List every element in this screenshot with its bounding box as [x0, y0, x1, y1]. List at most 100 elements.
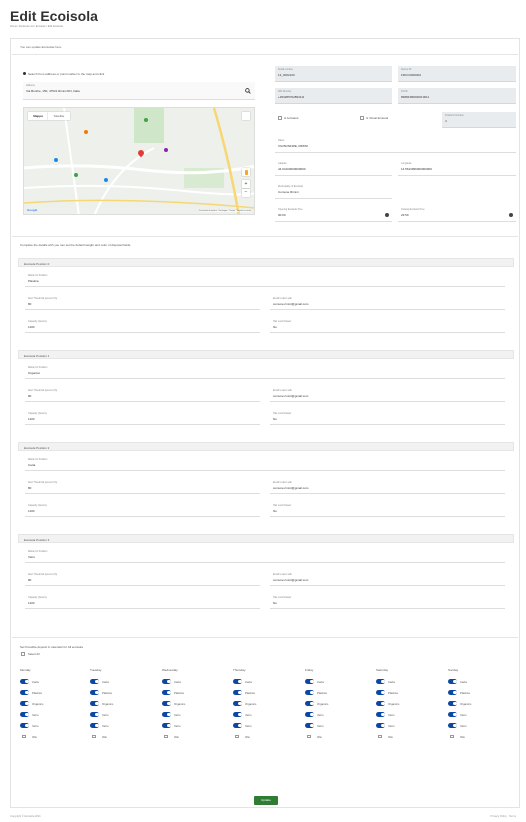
closing-time-field[interactable]: Closing Ecoisola Time 23:59	[398, 206, 516, 222]
radio-icon[interactable]	[23, 72, 26, 75]
deposit-toggle[interactable]	[305, 701, 314, 706]
deposit-toggle[interactable]	[162, 679, 171, 684]
pegman-icon[interactable]	[242, 168, 250, 176]
sim-number-field[interactable]: SIM Number +393285762893111	[275, 88, 392, 104]
deposit-toggle[interactable]	[233, 712, 242, 717]
map-tab-map[interactable]: Mappa	[28, 112, 48, 120]
opening-time-field[interactable]: Opening Ecoisola Time 00:00	[275, 206, 392, 222]
waste-select[interactable]: Waste for Position Plastica	[25, 272, 505, 287]
positions-number-field[interactable]: Positions Number 4	[442, 112, 516, 128]
deposit-toggle[interactable]	[376, 712, 385, 717]
lock-drawer-select[interactable]: Has Lock Drawer No	[270, 594, 505, 609]
deposit-toggle[interactable]	[90, 723, 99, 728]
deposit-checkbox[interactable]	[92, 734, 96, 738]
alert-email-field[interactable]: Email to alert with comune.rimini@gmail.…	[270, 295, 505, 310]
deposit-toggle[interactable]	[448, 679, 457, 684]
deposit-toggle[interactable]	[448, 690, 457, 695]
deposit-toggle[interactable]	[233, 701, 242, 706]
deposit-toggle[interactable]	[376, 679, 385, 684]
deposit-toggle[interactable]	[162, 723, 171, 728]
deposit-toggle[interactable]	[305, 690, 314, 695]
deposit-toggle[interactable]	[20, 679, 29, 684]
clock-icon[interactable]	[385, 213, 389, 217]
capacity-field-value: 1100	[28, 417, 35, 421]
is-activated-checkbox[interactable]	[278, 116, 282, 120]
deposit-toggle[interactable]	[162, 701, 171, 706]
deposit-toggle[interactable]	[376, 701, 385, 706]
deposit-toggle[interactable]	[90, 690, 99, 695]
deposit-checkbox[interactable]	[235, 734, 239, 738]
clock-icon[interactable]	[509, 213, 513, 217]
waste-select[interactable]: Waste for Position Carta	[25, 456, 505, 471]
breadcrumb[interactable]: Home / Ecoisole List / Ecoisole / Edit E…	[10, 25, 63, 28]
deposit-toggle[interactable]	[233, 723, 242, 728]
serial-number-field[interactable]: Serial number 13_0002100	[275, 66, 392, 82]
lock-drawer-select[interactable]: Has Lock Drawer No	[270, 410, 505, 425]
map-footer-right[interactable]: Scorciatoie da tastiera · Dati mappa · T…	[199, 210, 251, 212]
position-header: Ecoisola Position 2	[18, 442, 514, 451]
deposit-toggle[interactable]	[20, 723, 29, 728]
update-button[interactable]: Update	[254, 796, 278, 805]
waste-select[interactable]: Waste for Position Vetro	[25, 548, 505, 563]
deposit-toggle[interactable]	[162, 712, 171, 717]
threshold-field[interactable]: Alert Threshold percent (%) 80	[25, 479, 260, 494]
poi-icon	[144, 118, 148, 122]
name-field[interactable]: Name VIA BONFIRE, RIMINI	[275, 137, 516, 153]
deposit-checkbox[interactable]	[22, 734, 26, 738]
map-view[interactable]: Mappa Satellite + − Google Scorciatoie d…	[23, 107, 255, 215]
threshold-field[interactable]: Alert Threshold percent (%) 80	[25, 295, 260, 310]
lock-drawer-select[interactable]: Has Lock Drawer No	[270, 502, 505, 517]
capacity-field[interactable]: Capacity (Grams) 1100	[25, 502, 260, 517]
capacity-field[interactable]: Capacity (Grams) 1100	[25, 318, 260, 333]
lock-drawer-select[interactable]: Has Lock Drawer No	[270, 318, 505, 333]
threshold-field[interactable]: Alert Threshold percent (%) 80	[25, 571, 260, 586]
fullscreen-icon[interactable]	[242, 112, 250, 120]
threshold-field-value: 80	[28, 578, 32, 582]
zoom-in-button[interactable]: +	[242, 180, 250, 188]
deposit-toggle[interactable]	[376, 690, 385, 695]
alert-email-field[interactable]: Email to alert with comune.rimini@gmail.…	[270, 479, 505, 494]
municipality-value: Comune Rimini	[278, 190, 299, 194]
alert-email-field[interactable]: Email to alert with comune.rimini@gmail.…	[270, 387, 505, 402]
select-all-checkbox[interactable]	[21, 652, 25, 656]
longitude-field[interactable]: Longitude 12.5613996000000000	[398, 160, 516, 176]
map-canvas[interactable]	[24, 108, 255, 215]
deposit-toggle[interactable]	[162, 690, 171, 695]
deposit-toggle[interactable]	[90, 712, 99, 717]
map-tab-satellite[interactable]: Satellite	[48, 112, 70, 120]
iccid-field[interactable]: ICCID 89882380000010011	[398, 88, 516, 104]
footer-right[interactable]: Privacy Policy · Terms	[491, 815, 516, 818]
threshold-field[interactable]: Alert Threshold percent (%) 80	[25, 387, 260, 402]
deposit-toggle[interactable]	[20, 701, 29, 706]
deposit-toggle[interactable]	[448, 701, 457, 706]
position-header: Ecoisola Position 0	[18, 258, 514, 267]
deposit-toggle[interactable]	[376, 723, 385, 728]
device-id-field[interactable]: Device ID FRCC0000002	[398, 66, 516, 82]
deposit-toggle[interactable]	[305, 679, 314, 684]
address-field[interactable]: Address Via Bonfire, 150, 47521 Rimini R…	[23, 82, 255, 100]
latitude-field[interactable]: Latitude 44.04103000000000	[275, 160, 392, 176]
deposit-toggle[interactable]	[233, 679, 242, 684]
threshold-field-value: 80	[28, 302, 32, 306]
capacity-field[interactable]: Capacity (Grams) 1100	[25, 410, 260, 425]
deposit-toggle[interactable]	[305, 712, 314, 717]
deposit-toggle[interactable]	[20, 712, 29, 717]
deposit-toggle[interactable]	[305, 723, 314, 728]
deposit-checkbox[interactable]	[378, 734, 382, 738]
search-icon[interactable]	[245, 88, 251, 95]
deposit-toggle[interactable]	[448, 723, 457, 728]
deposit-toggle[interactable]	[233, 690, 242, 695]
deposit-checkbox[interactable]	[450, 734, 454, 738]
deposit-checkbox[interactable]	[307, 734, 311, 738]
waste-select[interactable]: Waste for Position Organico	[25, 364, 505, 379]
is-virtual-checkbox[interactable]	[360, 116, 364, 120]
deposit-checkbox[interactable]	[164, 734, 168, 738]
alert-email-field[interactable]: Email to alert with comune.rimini@gmail.…	[270, 571, 505, 586]
municipality-select[interactable]: Municipality of Ecoisola Comune Rimini	[275, 183, 392, 199]
deposit-toggle[interactable]	[448, 712, 457, 717]
deposit-toggle[interactable]	[90, 701, 99, 706]
deposit-toggle[interactable]	[20, 690, 29, 695]
deposit-toggle[interactable]	[90, 679, 99, 684]
capacity-field[interactable]: Capacity (Grams) 1100	[25, 594, 260, 609]
zoom-out-button[interactable]: −	[242, 189, 250, 197]
